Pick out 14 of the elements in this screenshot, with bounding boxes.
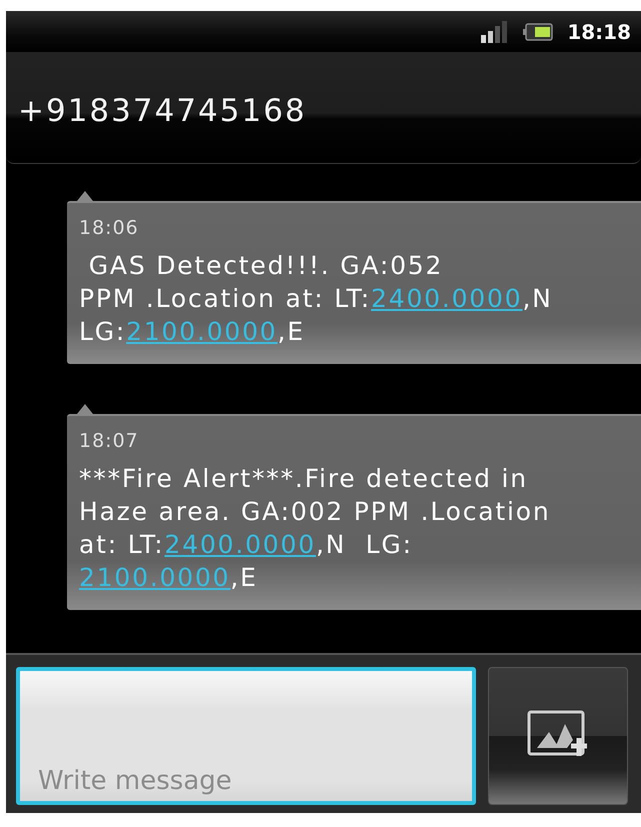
battery-icon [523,22,554,40]
coordinate-link[interactable]: 2400.0000 [371,284,522,313]
message-text: ***Fire Alert***.Fire detected in Haze area. GA:002 PPM .Location at: LT:2400.0000,N LG: 2100.0000,E [79,463,552,594]
message-time: 18:06 [79,217,140,239]
coordinate-link[interactable]: 2400.0000 [164,530,316,559]
clock-text: 18:18 [567,20,631,44]
message-time: 18:07 [79,430,140,452]
coordinate-link[interactable]: 2100.0000 [126,317,278,346]
signal-icon [481,20,510,42]
coordinate-link[interactable]: 2100.0000 [79,563,230,592]
contact-number: +918374745168 [18,92,307,128]
message-text: GAS Detected!!!. GA:052 PPM .Location at: LT:2400.0000,N LG:2100.0000,E [79,250,554,348]
message-input[interactable]: Write message [16,667,476,805]
attach-button[interactable] [488,667,628,805]
